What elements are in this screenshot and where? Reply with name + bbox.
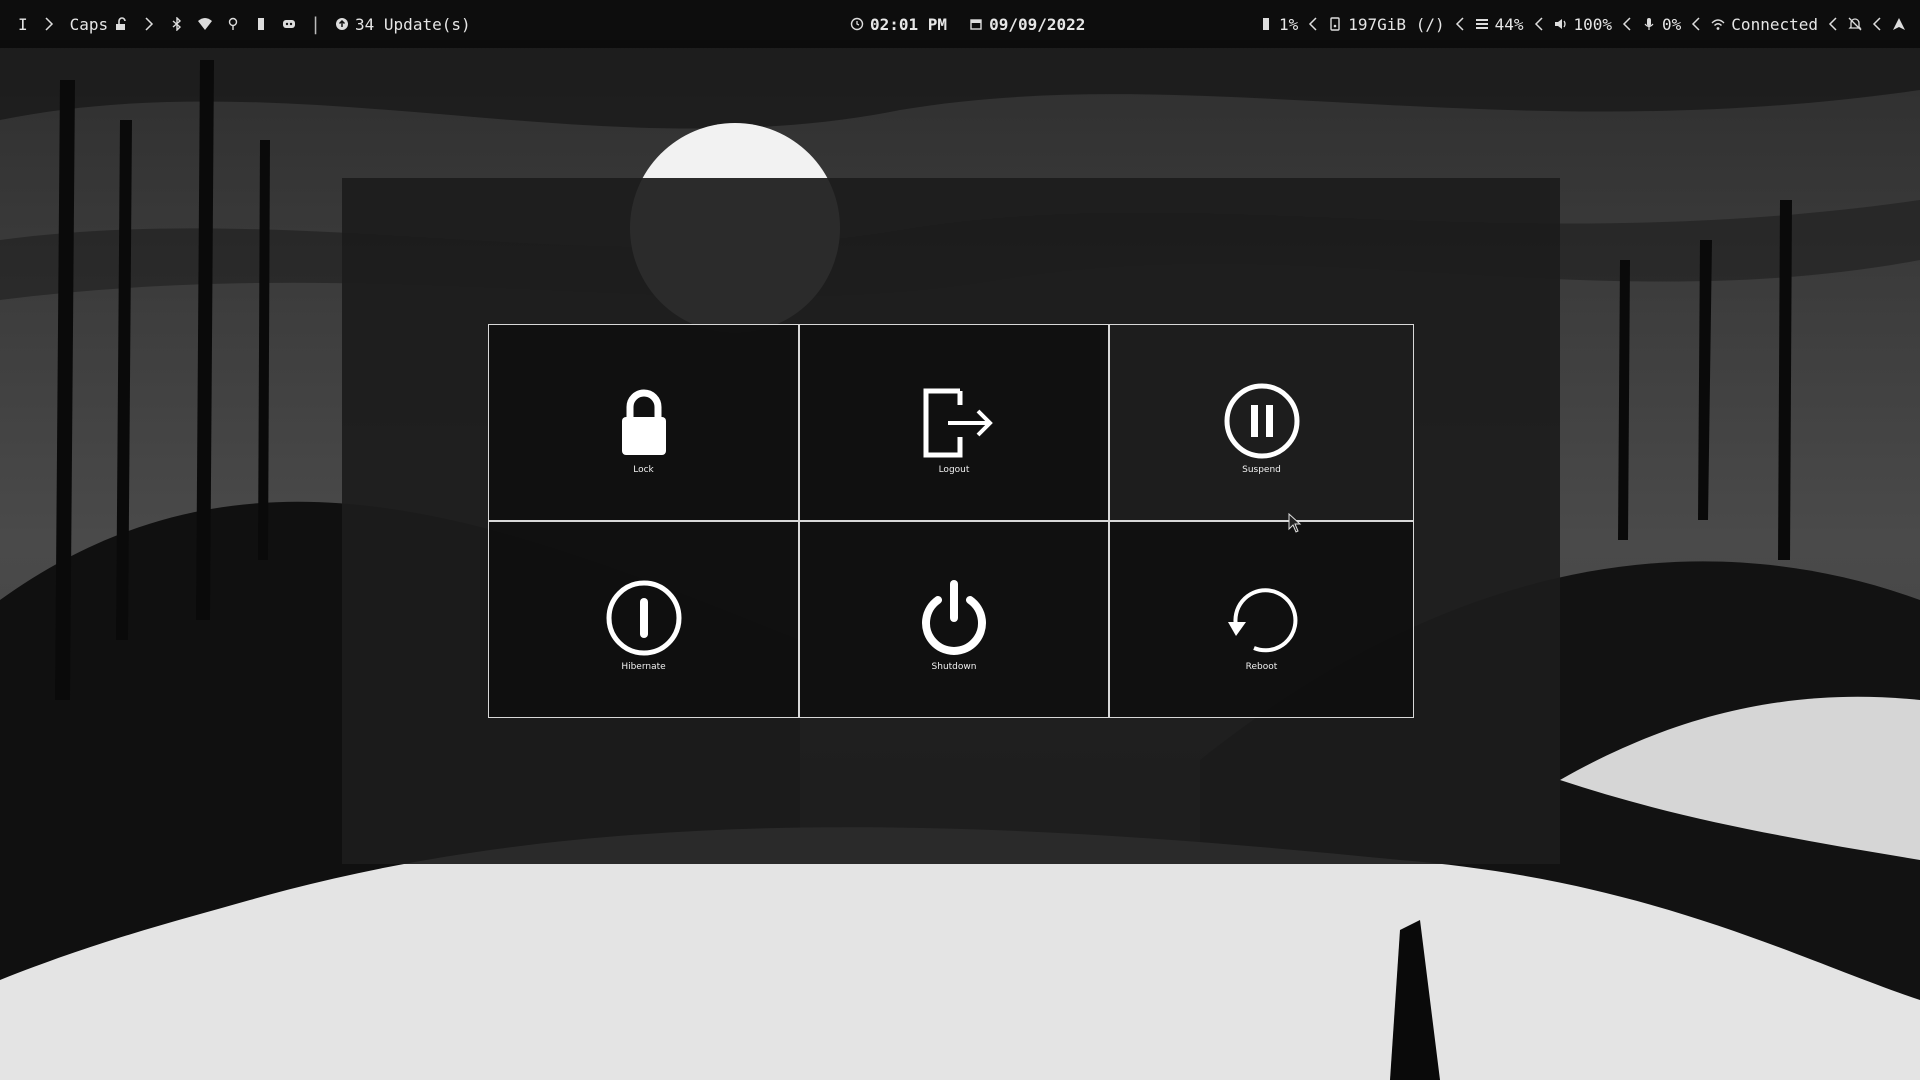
memory-status[interactable]: 44%: [1475, 15, 1524, 34]
discord-icon[interactable]: [282, 17, 296, 31]
chevron-left-icon: [1453, 17, 1467, 31]
date-display[interactable]: 09/09/2022: [969, 15, 1085, 34]
lock-button[interactable]: Lock: [488, 324, 799, 521]
chevron-right-icon: [142, 17, 156, 31]
chevron-left-icon: [1826, 17, 1840, 31]
top-status-bar: I Caps | 34 Update(s) 02:01 PM 09/09/202…: [0, 0, 1920, 48]
lock-label: Lock: [633, 465, 654, 475]
chevron-left-icon: [1620, 17, 1634, 31]
hibernate-label: Hibernate: [621, 662, 666, 672]
logout-label: Logout: [938, 465, 970, 475]
notification-bell-muted-icon[interactable]: [1848, 17, 1862, 31]
updates-indicator[interactable]: 34 Update(s): [335, 15, 471, 34]
wifi-icon: [1711, 17, 1725, 31]
mic-percent: 0%: [1662, 14, 1682, 34]
location-icon[interactable]: [226, 17, 240, 31]
volume-status[interactable]: 100%: [1554, 14, 1613, 34]
speaker-icon: [1554, 17, 1568, 31]
memory-icon: [1475, 17, 1489, 31]
chevron-left-icon: [1532, 17, 1546, 31]
caps-lock-label: Caps: [69, 14, 109, 34]
chevron-left-icon: [1870, 17, 1884, 31]
mic-status[interactable]: 0%: [1642, 15, 1681, 34]
reboot-button[interactable]: Reboot: [1109, 521, 1414, 718]
separator: |: [310, 13, 322, 35]
volume-percent: 100%: [1573, 14, 1613, 34]
hibernate-icon: [604, 578, 684, 658]
upload-circle-icon: [335, 17, 349, 31]
clock-time: 02:01 PM: [870, 14, 948, 34]
clock[interactable]: 02:01 PM: [850, 15, 947, 34]
bluetooth-icon[interactable]: [170, 17, 184, 31]
reboot-icon: [1222, 578, 1302, 658]
caps-lock-indicator: Caps: [70, 15, 129, 34]
power-icon: [914, 578, 994, 658]
microphone-icon: [1642, 17, 1656, 31]
shutdown-label: Shutdown: [931, 662, 977, 672]
network-label: Connected: [1731, 14, 1818, 34]
disk-usage: 197GiB (/): [1348, 14, 1445, 34]
clock-icon: [850, 17, 864, 31]
chevron-left-icon: [1306, 17, 1320, 31]
updates-count: 34 Update(s): [355, 14, 471, 34]
pause-circle-icon: [1222, 381, 1302, 461]
bar-center-section: 02:01 PM 09/09/2022: [850, 0, 1085, 48]
wifi-icon[interactable]: [198, 17, 213, 31]
hibernate-button[interactable]: Hibernate: [488, 521, 799, 718]
workspace-indicator[interactable]: I: [18, 15, 28, 34]
disk-status[interactable]: 197GiB (/): [1328, 14, 1445, 34]
suspend-label: Suspend: [1242, 465, 1281, 475]
calendar-icon: [969, 17, 983, 31]
bar-right-section: 1% 197GiB (/) 44% 100% 0% Connected: [1259, 0, 1906, 48]
chevron-right-icon: [42, 17, 56, 31]
arch-logo-icon[interactable]: [1892, 17, 1906, 31]
shutdown-button[interactable]: Shutdown: [799, 521, 1109, 718]
battery-percent: 1%: [1279, 14, 1299, 34]
chevron-left-icon: [1689, 17, 1703, 31]
battery-status[interactable]: 1%: [1259, 15, 1298, 34]
date-text: 09/09/2022: [989, 14, 1086, 34]
lock-icon: [604, 381, 684, 461]
mouse-cursor: [1288, 513, 1302, 533]
logout-icon: [914, 381, 994, 461]
power-options-grid: Lock Logout Suspend Hibernate Shutdown R…: [488, 324, 1414, 718]
logout-button[interactable]: Logout: [799, 324, 1109, 521]
reboot-label: Reboot: [1245, 662, 1278, 672]
network-status[interactable]: Connected: [1711, 15, 1818, 34]
battery-icon: [1259, 17, 1273, 31]
disk-icon: [1328, 17, 1342, 31]
battery-icon: [254, 17, 268, 31]
suspend-button[interactable]: Suspend: [1109, 324, 1414, 521]
bar-left-section: I Caps | 34 Update(s): [18, 0, 471, 48]
memory-percent: 44%: [1494, 14, 1524, 34]
unlock-icon: [114, 17, 128, 31]
